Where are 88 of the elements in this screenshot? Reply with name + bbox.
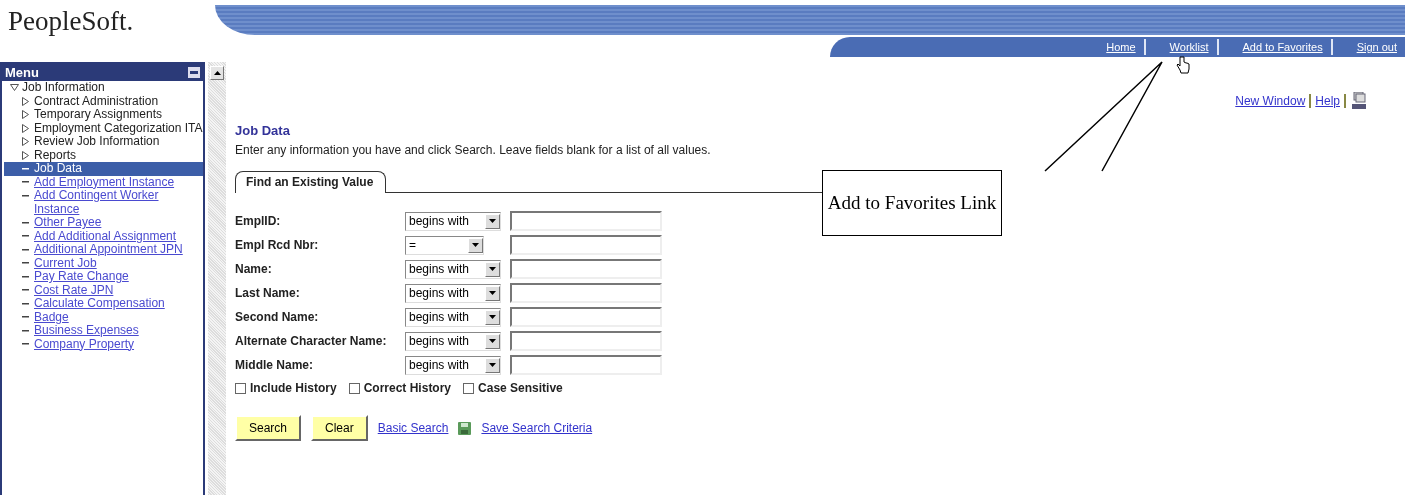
- field-label: EmplID:: [235, 214, 282, 228]
- search-link[interactable]: Basic Search: [377, 421, 449, 435]
- http-icon[interactable]: [1350, 91, 1368, 110]
- menu-item[interactable]: Current Job: [4, 256, 203, 270]
- menu-item[interactable]: Other Payee: [4, 216, 203, 230]
- operator-dropdown[interactable]: begins with: [405, 307, 501, 327]
- menu-item[interactable]: Pay Rate Change: [4, 270, 203, 284]
- dropdown-icon[interactable]: [485, 213, 500, 229]
- menu-item[interactable]: Business Expenses: [4, 324, 203, 338]
- logo: PeopleSoft.: [7, 5, 135, 38]
- menu-item[interactable]: Company Property: [4, 337, 203, 351]
- hand-cursor-icon: [1176, 56, 1190, 74]
- operator-dropdown[interactable]: begins with: [405, 259, 501, 279]
- operator-dropdown[interactable]: begins with: [405, 355, 501, 375]
- dropdown-icon[interactable]: [485, 285, 500, 301]
- menu-item[interactable]: Calculate Compensation: [4, 297, 203, 311]
- dropdown-icon[interactable]: [485, 333, 500, 349]
- page-link[interactable]: Help: [1315, 93, 1340, 108]
- input-field[interactable]: [510, 331, 662, 351]
- menu-item[interactable]: Add Employment Instance: [4, 175, 203, 189]
- field-label: Alternate Character Name:: [235, 334, 388, 348]
- dash-icon: [22, 181, 29, 183]
- menu-item[interactable]: Job Information: [4, 81, 203, 95]
- menu-title: Menu: [5, 65, 39, 80]
- dash-icon: [22, 275, 29, 278]
- menu-item[interactable]: Cost Rate JPN: [4, 283, 203, 297]
- instructions: Enter any information you have and click Search. Leave fields blank for a list of all values.: [235, 143, 712, 157]
- input-field[interactable]: [510, 235, 662, 255]
- field-label: Last Name:: [235, 286, 301, 300]
- menu-item[interactable]: Temporary Assignments: [4, 108, 203, 122]
- checkbox-option[interactable]: Include History: [235, 381, 337, 395]
- operator-dropdown[interactable]: begins with: [405, 211, 501, 231]
- input-field[interactable]: [510, 307, 662, 327]
- dash-icon: [22, 262, 29, 264]
- menu-item[interactable]: Employment Categorization ITA: [4, 121, 203, 135]
- expanded-triangle-icon[interactable]: [10, 84, 19, 91]
- nav-link[interactable]: Home: [1082, 39, 1144, 55]
- checkbox-option[interactable]: Case Sensitive: [463, 381, 563, 395]
- clear-button[interactable]: Clear: [311, 415, 368, 441]
- dash-icon: [22, 316, 29, 318]
- dropdown-icon[interactable]: [468, 237, 483, 253]
- nav-link[interactable]: Sign out: [1330, 39, 1405, 55]
- collapse-icon[interactable]: [188, 67, 200, 78]
- field-label: Name:: [235, 262, 273, 276]
- menu-item[interactable]: Badge: [4, 310, 203, 324]
- dash-icon: [22, 302, 29, 305]
- operator-dropdown[interactable]: =: [405, 235, 484, 255]
- field-label: Middle Name:: [235, 358, 314, 372]
- dash-icon: [22, 167, 29, 170]
- dash-icon: [22, 221, 29, 224]
- operator-dropdown[interactable]: begins with: [405, 331, 501, 351]
- menu-item[interactable]: Add Contingent Worker Instance: [4, 189, 203, 216]
- checkbox[interactable]: [348, 382, 360, 394]
- dash-icon: [22, 343, 29, 345]
- page-title: Job Data: [235, 123, 291, 138]
- menu-item[interactable]: Job Data: [4, 162, 203, 176]
- search-link[interactable]: Save Search Criteria: [481, 421, 593, 435]
- scroll-up-icon[interactable]: [210, 66, 224, 80]
- menu-item[interactable]: Additional Appointment JPN: [4, 243, 203, 257]
- operator-dropdown[interactable]: begins with: [405, 283, 501, 303]
- dash-icon: [22, 289, 29, 291]
- scrollbar[interactable]: [208, 62, 226, 495]
- checkbox[interactable]: [235, 382, 246, 394]
- field-label: Empl Rcd Nbr:: [235, 238, 320, 252]
- checkbox-option[interactable]: Correct History: [348, 381, 452, 395]
- dropdown-icon[interactable]: [485, 309, 500, 325]
- input-field[interactable]: [510, 283, 662, 303]
- callout: Add to Favorites Link: [822, 170, 1002, 236]
- save-icon[interactable]: [458, 421, 472, 435]
- input-field[interactable]: [510, 211, 662, 231]
- menu-item[interactable]: Contract Administration: [4, 94, 203, 108]
- checkbox[interactable]: [463, 382, 475, 394]
- dash-icon: [22, 329, 29, 332]
- search-button[interactable]: Search: [235, 415, 302, 441]
- input-field[interactable]: [510, 355, 662, 375]
- field-label: Second Name:: [235, 310, 320, 324]
- dropdown-icon[interactable]: [485, 261, 500, 277]
- menu-item[interactable]: Review Job Information: [4, 135, 203, 149]
- nav-link[interactable]: Add to Favorites: [1216, 39, 1331, 55]
- tab[interactable]: Find an Existing Value: [235, 171, 387, 193]
- page-link[interactable]: New Window: [1235, 93, 1306, 108]
- input-field[interactable]: [510, 259, 662, 279]
- menu-item[interactable]: Add Additional Assignment: [4, 229, 203, 243]
- menu-item[interactable]: Reports: [4, 148, 203, 162]
- dash-icon: [22, 235, 29, 237]
- dash-icon: [22, 248, 29, 251]
- dropdown-icon[interactable]: [485, 357, 500, 373]
- dash-icon: [22, 194, 29, 197]
